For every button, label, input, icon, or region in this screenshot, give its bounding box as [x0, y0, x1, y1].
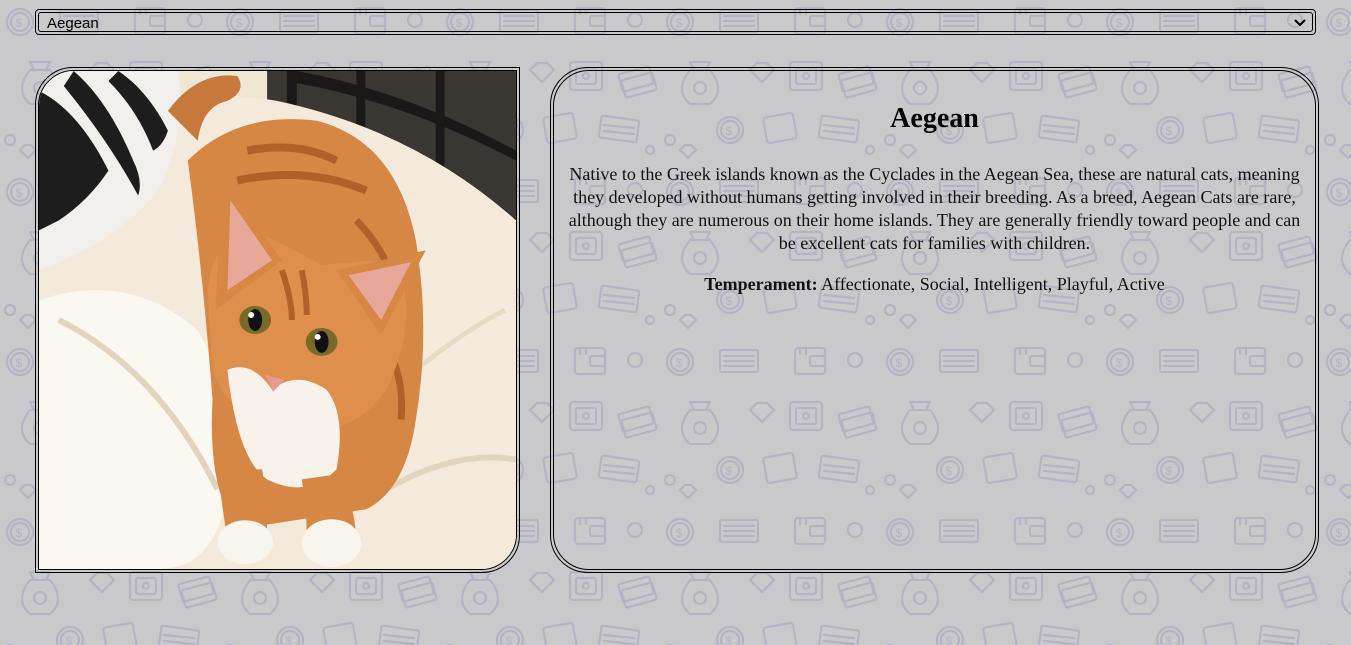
- cat-photo: [39, 71, 516, 569]
- temperament-label: Temperament:: [704, 274, 818, 294]
- breed-select[interactable]: Aegean: [35, 9, 1316, 35]
- breed-name-heading: Aegean: [890, 103, 979, 134]
- temperament-value: Affectionate, Social, Intelligent, Playf…: [821, 274, 1165, 294]
- temperament-line: Temperament: Affectionate, Social, Intel…: [554, 274, 1315, 295]
- breed-info-card: Aegean Native to the Greek islands known…: [550, 67, 1319, 573]
- breed-info-frame: Aegean Native to the Greek islands known…: [553, 70, 1316, 570]
- cat-image-frame: [38, 70, 517, 570]
- chevron-down-icon: [1294, 19, 1306, 26]
- breed-select-value: Aegean: [47, 15, 99, 32]
- breed-description: Native to the Greek islands known as the…: [568, 164, 1301, 253]
- breed-select-frame: Aegean: [38, 12, 1313, 32]
- cat-image-card: [35, 67, 520, 573]
